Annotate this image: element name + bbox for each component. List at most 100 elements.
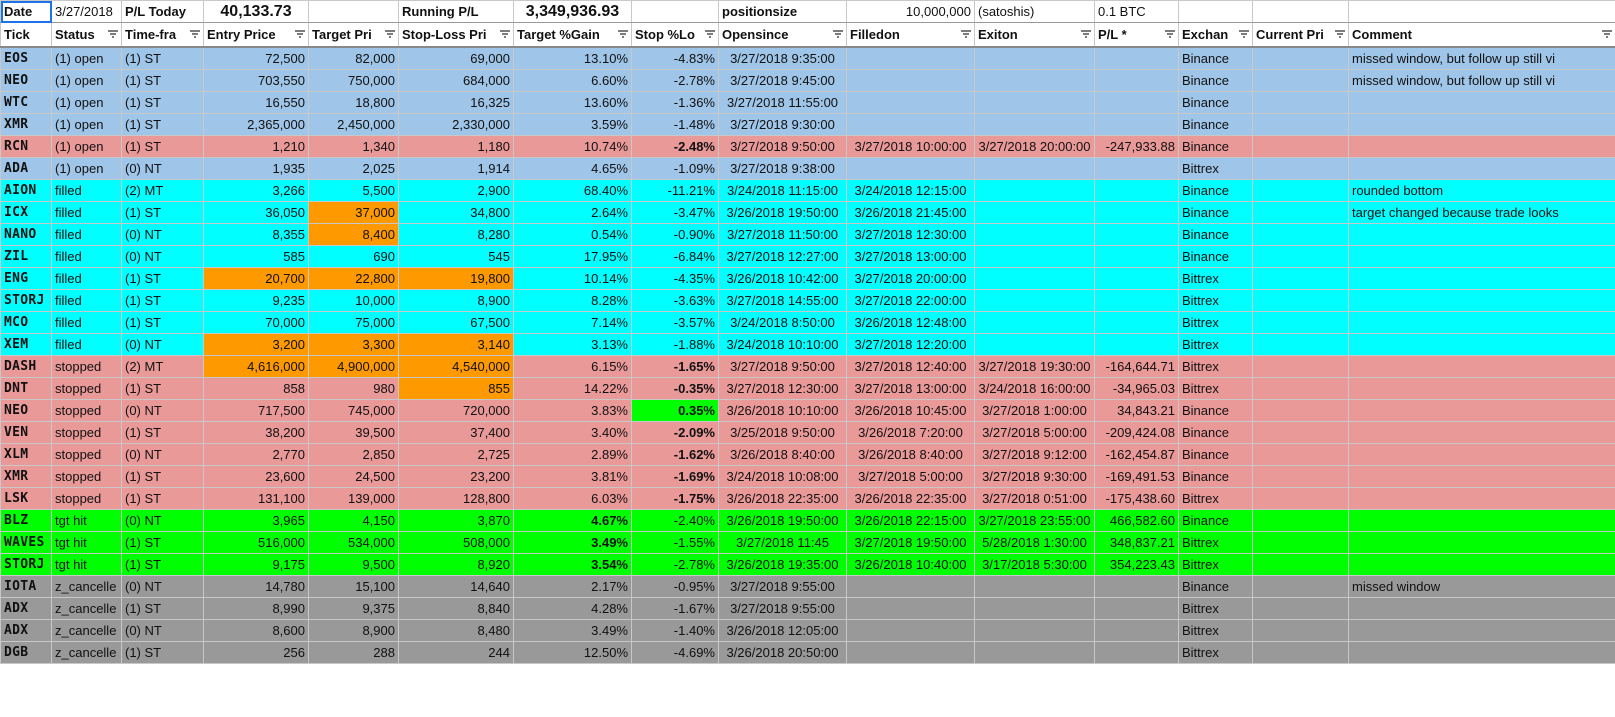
- entry-price-cell[interactable]: 70,000: [203, 310, 309, 334]
- current-price-cell[interactable]: [1252, 200, 1349, 224]
- ticker-cell[interactable]: XMR: [0, 112, 52, 136]
- stop-loss-pct-cell[interactable]: -1.48%: [631, 112, 719, 136]
- target-price-cell[interactable]: 745,000: [308, 398, 399, 422]
- pl-cell[interactable]: [1094, 200, 1179, 224]
- opensince-cell[interactable]: 3/27/2018 9:50:00: [718, 134, 847, 158]
- pl-cell[interactable]: [1094, 310, 1179, 334]
- current-price-cell[interactable]: [1252, 508, 1349, 532]
- comment-cell[interactable]: missed window, but follow up still vi: [1348, 68, 1615, 92]
- ticker-cell[interactable]: LSK: [0, 486, 52, 510]
- pl-cell[interactable]: [1094, 266, 1179, 290]
- pl-cell[interactable]: 348,837.21: [1094, 530, 1179, 554]
- stop-loss-pct-cell[interactable]: -1.40%: [631, 618, 719, 642]
- stop-loss-pct-cell[interactable]: -1.69%: [631, 464, 719, 488]
- current-price-cell[interactable]: [1252, 332, 1349, 356]
- comment-cell[interactable]: [1348, 530, 1615, 554]
- target-price-cell[interactable]: 18,800: [308, 90, 399, 114]
- target-gain-cell[interactable]: 6.03%: [513, 486, 632, 510]
- comment-cell[interactable]: [1348, 266, 1615, 290]
- ticker-cell[interactable]: ENG: [0, 266, 52, 290]
- opensince-cell[interactable]: 3/26/2018 12:05:00: [718, 618, 847, 642]
- header-timeframe[interactable]: Time-fra: [121, 22, 204, 48]
- stop-loss-price-cell[interactable]: 1,180: [398, 134, 514, 158]
- empty-cell[interactable]: [631, 0, 719, 23]
- opensince-cell[interactable]: 3/27/2018 9:50:00: [718, 354, 847, 378]
- exchange-cell[interactable]: Binance: [1178, 178, 1253, 202]
- timeframe-cell[interactable]: (0) NT: [121, 618, 204, 642]
- exiton-cell[interactable]: [974, 46, 1095, 70]
- current-price-cell[interactable]: [1252, 640, 1349, 664]
- filledon-cell[interactable]: 3/26/2018 21:45:00: [846, 200, 975, 224]
- status-cell[interactable]: filled: [51, 288, 122, 312]
- target-gain-cell[interactable]: 13.10%: [513, 46, 632, 70]
- opensince-cell[interactable]: 3/24/2018 8:50:00: [718, 310, 847, 334]
- opensince-cell[interactable]: 3/27/2018 9:55:00: [718, 596, 847, 620]
- timeframe-cell[interactable]: (1) ST: [121, 266, 204, 290]
- status-cell[interactable]: stopped: [51, 420, 122, 444]
- status-cell[interactable]: stopped: [51, 354, 122, 378]
- current-price-cell[interactable]: [1252, 442, 1349, 466]
- opensince-cell[interactable]: 3/26/2018 10:10:00: [718, 398, 847, 422]
- current-price-cell[interactable]: [1252, 222, 1349, 246]
- entry-price-cell[interactable]: 8,355: [203, 222, 309, 246]
- filledon-cell[interactable]: [846, 156, 975, 180]
- current-price-cell[interactable]: [1252, 552, 1349, 576]
- target-gain-cell[interactable]: 10.74%: [513, 134, 632, 158]
- filledon-cell[interactable]: 3/26/2018 22:35:00: [846, 486, 975, 510]
- exchange-cell[interactable]: Binance: [1178, 244, 1253, 268]
- entry-price-cell[interactable]: 38,200: [203, 420, 309, 444]
- target-gain-cell[interactable]: 6.60%: [513, 68, 632, 92]
- pl-cell[interactable]: -162,454.87: [1094, 442, 1179, 466]
- stop-loss-pct-cell[interactable]: -4.83%: [631, 46, 719, 70]
- stop-loss-pct-cell[interactable]: -0.90%: [631, 222, 719, 246]
- exiton-cell[interactable]: [974, 266, 1095, 290]
- opensince-cell[interactable]: 3/27/2018 12:30:00: [718, 376, 847, 400]
- pl-cell[interactable]: [1094, 596, 1179, 620]
- status-cell[interactable]: (1) open: [51, 156, 122, 180]
- target-gain-cell[interactable]: 4.65%: [513, 156, 632, 180]
- filledon-cell[interactable]: [846, 640, 975, 664]
- pl-cell[interactable]: [1094, 156, 1179, 180]
- filledon-cell[interactable]: 3/26/2018 12:48:00: [846, 310, 975, 334]
- header-entry-price[interactable]: Entry Price: [203, 22, 309, 48]
- stop-loss-price-cell[interactable]: 508,000: [398, 530, 514, 554]
- timeframe-cell[interactable]: (0) NT: [121, 398, 204, 422]
- stop-loss-price-cell[interactable]: 37,400: [398, 420, 514, 444]
- exiton-cell[interactable]: [974, 640, 1095, 664]
- entry-price-cell[interactable]: 20,700: [203, 266, 309, 290]
- header-comment[interactable]: Comment: [1348, 22, 1615, 48]
- header-exiton[interactable]: Exiton: [974, 22, 1095, 48]
- filledon-cell[interactable]: 3/26/2018 10:40:00: [846, 552, 975, 576]
- pl-cell[interactable]: -164,644.71: [1094, 354, 1179, 378]
- filledon-cell[interactable]: [846, 574, 975, 598]
- ticker-cell[interactable]: ADA: [0, 156, 52, 180]
- target-price-cell[interactable]: 22,800: [308, 266, 399, 290]
- pl-cell[interactable]: -175,438.60: [1094, 486, 1179, 510]
- btc-label-cell[interactable]: 0.1 BTC: [1094, 0, 1179, 23]
- empty-cell[interactable]: [1252, 0, 1349, 23]
- exiton-cell[interactable]: [974, 112, 1095, 136]
- stop-loss-price-cell[interactable]: 19,800: [398, 266, 514, 290]
- filledon-cell[interactable]: 3/27/2018 10:00:00: [846, 134, 975, 158]
- current-price-cell[interactable]: [1252, 420, 1349, 444]
- current-price-cell[interactable]: [1252, 376, 1349, 400]
- timeframe-cell[interactable]: (0) NT: [121, 574, 204, 598]
- ticker-cell[interactable]: MCO: [0, 310, 52, 334]
- filter-icon[interactable]: [1164, 28, 1176, 40]
- exchange-cell[interactable]: Binance: [1178, 90, 1253, 114]
- entry-price-cell[interactable]: 3,965: [203, 508, 309, 532]
- status-cell[interactable]: (1) open: [51, 68, 122, 92]
- exchange-cell[interactable]: Binance: [1178, 222, 1253, 246]
- status-cell[interactable]: z_cancelle: [51, 574, 122, 598]
- stop-loss-price-cell[interactable]: 2,330,000: [398, 112, 514, 136]
- ticker-cell[interactable]: ADX: [0, 618, 52, 642]
- filledon-cell[interactable]: 3/27/2018 12:40:00: [846, 354, 975, 378]
- ticker-cell[interactable]: DNT: [0, 376, 52, 400]
- status-cell[interactable]: z_cancelle: [51, 596, 122, 620]
- target-price-cell[interactable]: 690: [308, 244, 399, 268]
- current-price-cell[interactable]: [1252, 574, 1349, 598]
- entry-price-cell[interactable]: 3,200: [203, 332, 309, 356]
- filter-icon[interactable]: [832, 28, 844, 40]
- status-cell[interactable]: (1) open: [51, 112, 122, 136]
- opensince-cell[interactable]: 3/24/2018 11:15:00: [718, 178, 847, 202]
